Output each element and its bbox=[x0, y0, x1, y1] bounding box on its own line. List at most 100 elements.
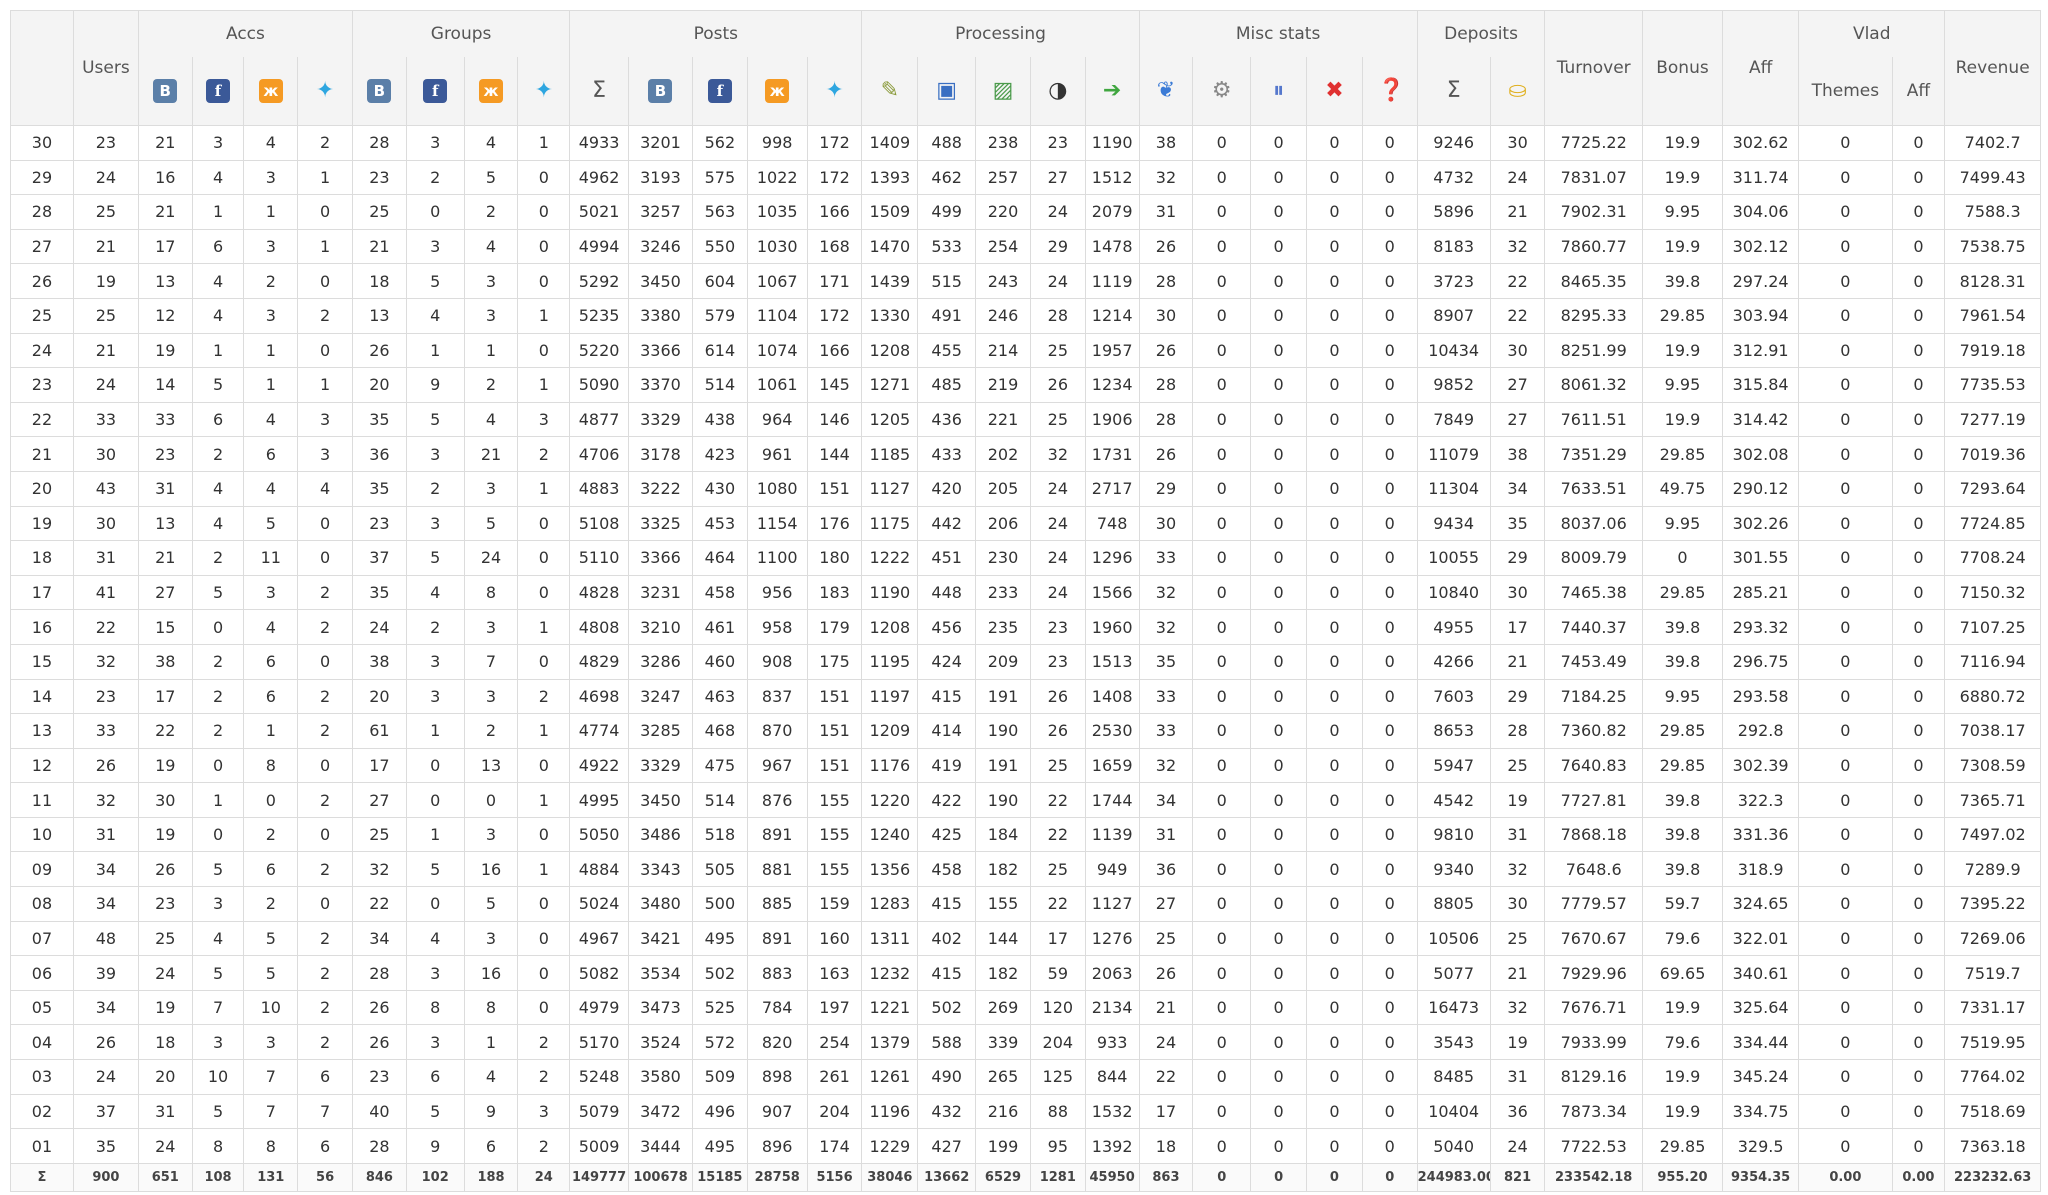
table-cell: 29.85 bbox=[1641, 747, 1724, 784]
table-cell: 0 bbox=[1250, 1024, 1307, 1061]
table-cell: 0 bbox=[1250, 1093, 1307, 1130]
table-cell: 579 bbox=[691, 297, 748, 334]
table-cell: 303.94 bbox=[1722, 297, 1800, 334]
table-cell: 1513 bbox=[1084, 643, 1140, 680]
table-cell: 3329 bbox=[628, 747, 693, 784]
table-cell: 8 bbox=[191, 1128, 245, 1164]
table-cell: 5 bbox=[191, 367, 245, 403]
table-cell: 183 bbox=[806, 574, 863, 611]
header-coins-column: ⛀ bbox=[1489, 57, 1546, 126]
header-group-deposits: Deposits bbox=[1416, 10, 1546, 57]
table-cell: 2 bbox=[297, 920, 353, 957]
table-cell: 10055 bbox=[1416, 540, 1491, 576]
table-cell: 0 bbox=[1361, 920, 1418, 957]
table-cell: 0 bbox=[517, 540, 571, 576]
table-header: Users Accs Groups Posts Processing Misc stats… bbox=[10, 10, 2041, 126]
table-cell: 0 bbox=[1192, 125, 1252, 161]
table-cell: 3380 bbox=[628, 297, 693, 334]
table-cell: 0 bbox=[517, 643, 571, 680]
table-cell: 1222 bbox=[861, 540, 919, 576]
table-cell: 4962 bbox=[569, 159, 630, 196]
total-cell: 9354.35 bbox=[1722, 1162, 1800, 1192]
table-cell: 5 bbox=[405, 1093, 465, 1130]
table-cell: 0 bbox=[1306, 816, 1363, 853]
table-cell: 0 bbox=[297, 747, 353, 784]
table-cell: 3222 bbox=[628, 470, 693, 507]
table-cell: 414 bbox=[917, 713, 977, 749]
table-cell: 27 bbox=[1489, 401, 1546, 438]
table-cell: 3257 bbox=[628, 194, 693, 230]
table-cell: 3480 bbox=[628, 886, 693, 922]
table-cell: 0 bbox=[517, 920, 571, 957]
table-cell: 0 bbox=[1192, 989, 1252, 1026]
table-cell: 9 bbox=[463, 1093, 519, 1130]
table-cell: 7868.18 bbox=[1544, 816, 1643, 853]
table-cell: 0 bbox=[297, 263, 353, 299]
table-cell: 16473 bbox=[1416, 989, 1491, 1026]
table-cell: 36 bbox=[352, 436, 407, 472]
table-cell: 1 bbox=[517, 125, 571, 161]
table-cell: 0 bbox=[1306, 1128, 1363, 1164]
odnoklassniki-icon: ж bbox=[479, 79, 504, 103]
header-group-accs: Accs bbox=[137, 10, 354, 57]
twitter-icon: ✦ bbox=[315, 78, 335, 103]
table-cell: 0 bbox=[1361, 297, 1418, 334]
table-cell: 0 bbox=[1361, 989, 1418, 1026]
table-cell: 2 bbox=[243, 816, 299, 853]
table-cell: 24 bbox=[72, 1059, 139, 1095]
table-cell: 4 bbox=[297, 470, 353, 507]
table-cell: 7538.75 bbox=[1944, 228, 2041, 265]
table-cell: 5 bbox=[405, 851, 465, 888]
table-cell: 1566 bbox=[1084, 574, 1140, 611]
table-cell: 13 bbox=[137, 263, 193, 299]
table-cell: 0 bbox=[517, 574, 571, 611]
total-cell: 863 bbox=[1138, 1162, 1194, 1192]
table-cell: 0 bbox=[1306, 851, 1363, 888]
table-cell: 31 bbox=[1138, 816, 1194, 853]
total-cell: 56 bbox=[297, 1162, 353, 1192]
table-cell: 10840 bbox=[1416, 574, 1491, 611]
day-cell: 22 bbox=[10, 401, 74, 438]
table-cell: 22 bbox=[1029, 782, 1086, 818]
total-cell: 0.00 bbox=[1891, 1162, 1946, 1192]
table-cell: 4955 bbox=[1416, 609, 1491, 645]
table-cell: 7363.18 bbox=[1944, 1128, 2041, 1164]
table-cell: 436 bbox=[917, 401, 977, 438]
odnoklassniki-icon: ж bbox=[765, 79, 790, 103]
table-cell: 39.8 bbox=[1641, 263, 1724, 299]
table-cell: 3 bbox=[243, 574, 299, 611]
table-cell: 29 bbox=[1029, 228, 1086, 265]
table-cell: 30 bbox=[72, 436, 139, 472]
table-cell: 20 bbox=[352, 678, 407, 715]
table-cell: 16 bbox=[137, 159, 193, 196]
table-cell: 820 bbox=[746, 1024, 808, 1061]
table-cell: 4774 bbox=[569, 713, 630, 749]
table-cell: 1127 bbox=[1084, 886, 1140, 922]
table-cell: 0 bbox=[1798, 886, 1893, 922]
table-cell: 7725.22 bbox=[1544, 125, 1643, 161]
table-cell: 26 bbox=[352, 989, 407, 1026]
table-cell: 3210 bbox=[628, 609, 693, 645]
table-cell: 171 bbox=[806, 263, 863, 299]
table-cell: 3 bbox=[297, 436, 353, 472]
table-cell: 0 bbox=[243, 782, 299, 818]
table-cell: 1439 bbox=[861, 263, 919, 299]
table-cell: 0 bbox=[1361, 125, 1418, 161]
table-cell: 151 bbox=[806, 747, 863, 784]
table-cell: 25 bbox=[352, 816, 407, 853]
table-cell: 0 bbox=[1891, 886, 1946, 922]
table-cell: 0 bbox=[517, 263, 571, 299]
table-cell: 7395.22 bbox=[1944, 886, 2041, 922]
table-cell: 1393 bbox=[861, 159, 919, 196]
table-cell: 0 bbox=[1306, 955, 1363, 991]
table-cell: 35 bbox=[352, 574, 407, 611]
table-cell: 2 bbox=[297, 609, 353, 645]
table-cell: 5079 bbox=[569, 1093, 630, 1130]
total-cell: 131 bbox=[243, 1162, 299, 1192]
table-cell: 2 bbox=[297, 1024, 353, 1061]
table-cell: 3723 bbox=[1416, 263, 1491, 299]
table-cell: 1 bbox=[191, 194, 245, 230]
table-cell: 7518.69 bbox=[1944, 1093, 2041, 1130]
pause-icon: ⏸ bbox=[1273, 78, 1285, 103]
table-cell: 0 bbox=[1891, 1128, 1946, 1164]
